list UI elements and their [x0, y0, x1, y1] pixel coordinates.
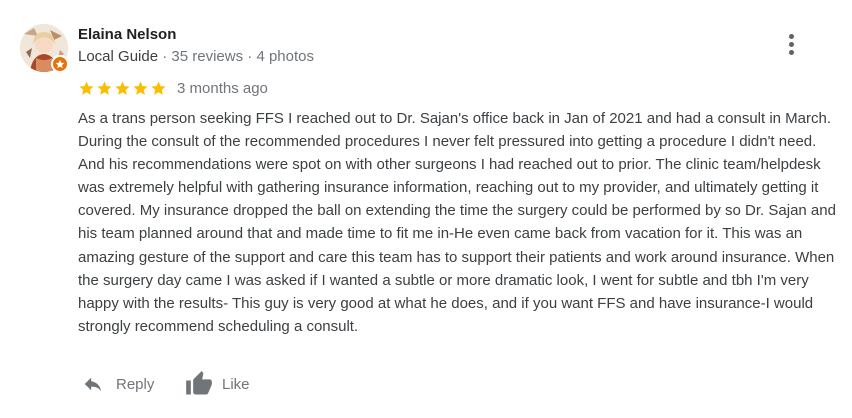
meta-separator: · [243, 48, 257, 65]
photo-count: 4 photos [256, 48, 314, 65]
star-icon [133, 80, 148, 95]
reply-label: Reply [116, 375, 155, 393]
star-rating [78, 80, 167, 97]
rating-row: 3 months ago [78, 78, 268, 98]
reviewer-avatar[interactable] [20, 24, 69, 73]
review-text: As a trans person seeking FFS I reached … [78, 110, 836, 335]
menu-dot [788, 41, 794, 47]
star-icon [79, 80, 94, 95]
star-icon [151, 80, 166, 95]
review-count: 35 reviews [171, 48, 244, 65]
star-icon [97, 80, 112, 95]
reply-arrow-icon [84, 377, 102, 392]
meta-separator: · [158, 48, 172, 65]
menu-dot [788, 33, 794, 39]
reviewer-meta: Local Guide · 35 reviews · 4 photos [78, 48, 314, 65]
thumbs-up-icon [186, 371, 212, 395]
like-button[interactable]: Like [184, 370, 250, 398]
review-date: 3 months ago [177, 79, 268, 97]
local-guide-label: Local Guide [78, 48, 159, 65]
reviewer-name[interactable]: Elaina Nelson [78, 26, 176, 43]
like-label: Like [222, 375, 250, 393]
star-icon [115, 80, 130, 95]
menu-dot [788, 49, 794, 55]
reply-button[interactable]: Reply [80, 370, 154, 398]
local-guide-star-icon [51, 55, 69, 73]
more-vertical-icon[interactable] [778, 30, 804, 58]
